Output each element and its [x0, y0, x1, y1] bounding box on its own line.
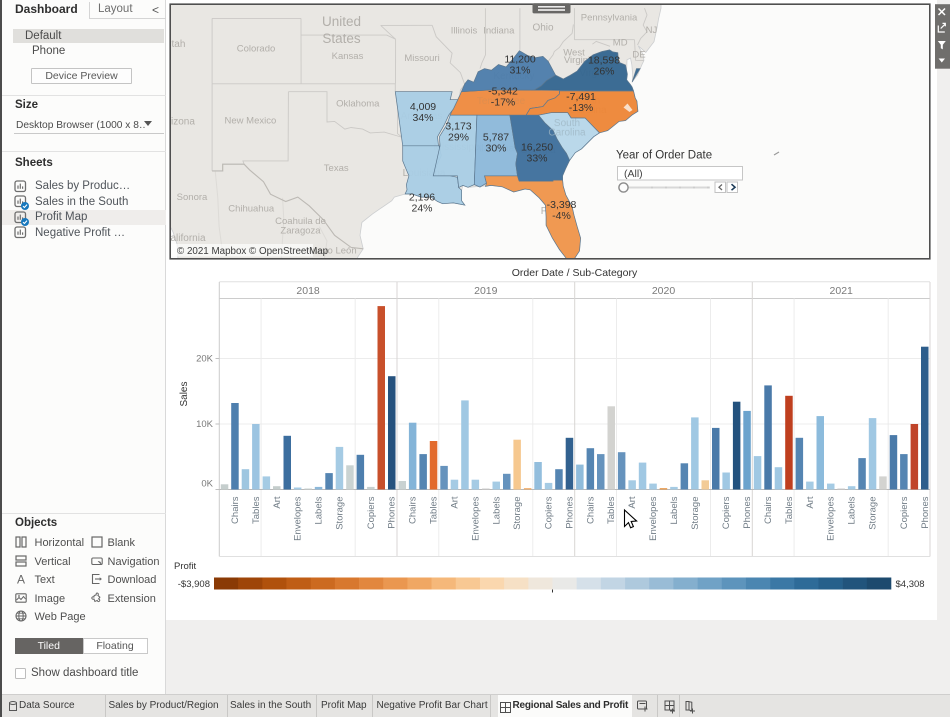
svg-text:New Mexico: New Mexico — [225, 116, 277, 127]
svg-text:Storage: Storage — [690, 497, 701, 530]
svg-text:29%: 29% — [448, 132, 469, 144]
svg-text:20K: 20K — [196, 354, 214, 365]
svg-text:Chairs: Chairs — [763, 496, 774, 524]
svg-text:10K: 10K — [196, 419, 214, 430]
svg-text:31%: 31% — [509, 65, 530, 77]
svg-text:Pennsylvania: Pennsylvania — [581, 13, 638, 24]
svg-text:DE: DE — [632, 50, 645, 61]
svg-text:Envelopes: Envelopes — [293, 496, 304, 541]
svg-text:izona: izona — [171, 117, 195, 128]
svg-text:A: A — [17, 573, 25, 586]
svg-text:-4%: -4% — [552, 210, 571, 222]
svg-text:Chairs: Chairs — [230, 496, 241, 524]
svg-text:Sales: Sales — [179, 381, 190, 406]
svg-text:Ohio: Ohio — [532, 23, 554, 34]
svg-text:Copiers: Copiers — [721, 496, 732, 529]
svg-text:Texas: Texas — [324, 163, 349, 174]
svg-text:tah: tah — [172, 39, 186, 50]
svg-text:Copiers: Copiers — [366, 496, 377, 529]
svg-text:Tables: Tables — [784, 496, 795, 524]
svg-text:Storage: Storage — [868, 497, 879, 530]
svg-text:Oklahoma: Oklahoma — [336, 99, 380, 110]
svg-text:Profit: Profit — [174, 561, 197, 572]
svg-text:Chairs: Chairs — [585, 496, 596, 524]
svg-text:34%: 34% — [412, 112, 433, 124]
svg-text:Labels: Labels — [491, 496, 502, 524]
svg-text:Chairs: Chairs — [408, 496, 419, 524]
svg-text:Phones: Phones — [564, 496, 575, 528]
svg-text:Labels: Labels — [669, 496, 680, 524]
svg-text:Tables: Tables — [251, 496, 262, 524]
svg-text:Art: Art — [805, 496, 816, 509]
svg-text:$4,308: $4,308 — [896, 579, 925, 590]
svg-text:Copiers: Copiers — [544, 496, 555, 529]
svg-text:alifornia: alifornia — [171, 233, 206, 244]
svg-text:2021: 2021 — [830, 285, 854, 297]
svg-text:Envelopes: Envelopes — [826, 496, 837, 541]
svg-text:Art: Art — [450, 496, 461, 509]
svg-text:24%: 24% — [411, 203, 432, 215]
svg-text:-13%: -13% — [569, 102, 594, 114]
svg-text:Phones: Phones — [920, 496, 931, 528]
svg-text:Carolina: Carolina — [548, 128, 586, 139]
svg-text:Missouri: Missouri — [404, 53, 439, 64]
svg-text:MD: MD — [613, 38, 628, 49]
svg-text:(All): (All) — [624, 168, 643, 180]
svg-text:2018: 2018 — [296, 285, 320, 297]
svg-text:United: United — [322, 14, 361, 29]
svg-text:-17%: -17% — [491, 97, 516, 109]
svg-text:Tables: Tables — [606, 496, 617, 524]
svg-text:Art: Art — [272, 496, 283, 509]
svg-text:30%: 30% — [485, 143, 506, 155]
svg-text:Colorado: Colorado — [237, 44, 276, 55]
svg-text:Storage: Storage — [335, 497, 346, 530]
svg-text:Year of Order Date: Year of Order Date — [616, 150, 712, 162]
svg-text:Tables: Tables — [429, 496, 440, 524]
svg-text:Envelopes: Envelopes — [648, 496, 659, 541]
svg-text:Labels: Labels — [847, 496, 858, 524]
svg-text:Kansas: Kansas — [332, 51, 364, 62]
svg-text:Illinois: Illinois — [451, 26, 478, 37]
svg-text:Zaragoza: Zaragoza — [280, 226, 321, 237]
svg-text:NJ: NJ — [646, 25, 658, 36]
svg-text:2020: 2020 — [652, 285, 676, 297]
svg-text:Labels: Labels — [314, 496, 325, 524]
svg-text:26%: 26% — [593, 66, 614, 78]
svg-text:0K: 0K — [201, 478, 213, 489]
svg-text:Order Date / Sub-Category: Order Date / Sub-Category — [512, 267, 638, 279]
svg-text:Sonora: Sonora — [177, 192, 208, 203]
svg-text:Chihuahua: Chihuahua — [228, 204, 275, 215]
svg-text:Copiers: Copiers — [899, 496, 910, 529]
svg-text:© 2021 Mapbox © OpenStreetMap: © 2021 Mapbox © OpenStreetMap — [177, 246, 329, 257]
svg-text:Phones: Phones — [742, 496, 753, 528]
svg-text:Phones: Phones — [387, 496, 398, 528]
svg-text:States: States — [322, 31, 361, 46]
svg-text:Storage: Storage — [512, 497, 523, 530]
svg-text:Indiana: Indiana — [483, 26, 515, 37]
svg-text:2019: 2019 — [474, 285, 498, 297]
svg-text:33%: 33% — [526, 153, 547, 165]
svg-text:-$3,908: -$3,908 — [178, 579, 210, 590]
svg-text:Art: Art — [627, 496, 638, 509]
svg-text:Envelopes: Envelopes — [470, 496, 481, 541]
